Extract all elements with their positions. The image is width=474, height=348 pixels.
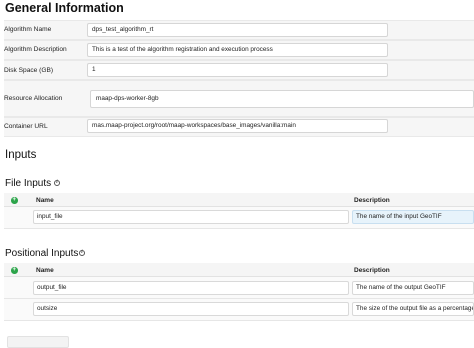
submit-button[interactable]: [7, 336, 69, 348]
positional-input-description-field[interactable]: The size of the output file as a percent…: [352, 302, 474, 316]
file-input-name-field[interactable]: input_file: [33, 210, 349, 224]
disk-space-label: Disk Space (GB): [4, 67, 54, 74]
resource-allocation-select[interactable]: maap-dps-worker-8gb: [90, 90, 474, 108]
disk-space-input[interactable]: 1: [87, 63, 388, 77]
positional-inputs-heading: Positional Inputs: [5, 248, 79, 259]
algorithm-name-label: Algorithm Name: [4, 26, 52, 33]
positional-inputs-name-column-header: Name: [36, 267, 54, 274]
add-icon[interactable]: +: [11, 197, 18, 204]
algorithm-description-input[interactable]: This is a test of the algorithm registra…: [87, 43, 388, 57]
container-url-label: Container URL: [4, 123, 48, 130]
info-icon[interactable]: i: [79, 250, 85, 256]
file-inputs-description-column-header: Description: [354, 197, 390, 204]
file-inputs-table-header: [4, 193, 474, 207]
file-input-description-field[interactable]: The name of the input GeoTIF: [352, 210, 474, 224]
positional-input-name-field[interactable]: outsize: [33, 302, 349, 316]
algorithm-description-label: Algorithm Description: [4, 46, 67, 53]
positional-inputs-table-header: [4, 263, 474, 277]
add-icon[interactable]: +: [11, 267, 18, 274]
inputs-heading: Inputs: [5, 149, 37, 161]
positional-inputs-description-column-header: Description: [354, 267, 390, 274]
file-inputs-heading: File Inputs: [5, 178, 52, 189]
positional-input-description-field[interactable]: The name of the output GeoTIF: [352, 281, 474, 295]
file-inputs-name-column-header: Name: [36, 197, 54, 204]
resource-allocation-label: Resource Allocation: [4, 95, 63, 102]
positional-input-name-field[interactable]: output_file: [33, 281, 349, 295]
algorithm-name-input[interactable]: dps_test_algorithm_rt: [87, 23, 388, 37]
container-url-input[interactable]: mas.maap-project.org/root/maap-workspace…: [87, 119, 388, 133]
info-icon[interactable]: i: [54, 180, 60, 186]
general-information-heading: General Information: [5, 1, 124, 15]
